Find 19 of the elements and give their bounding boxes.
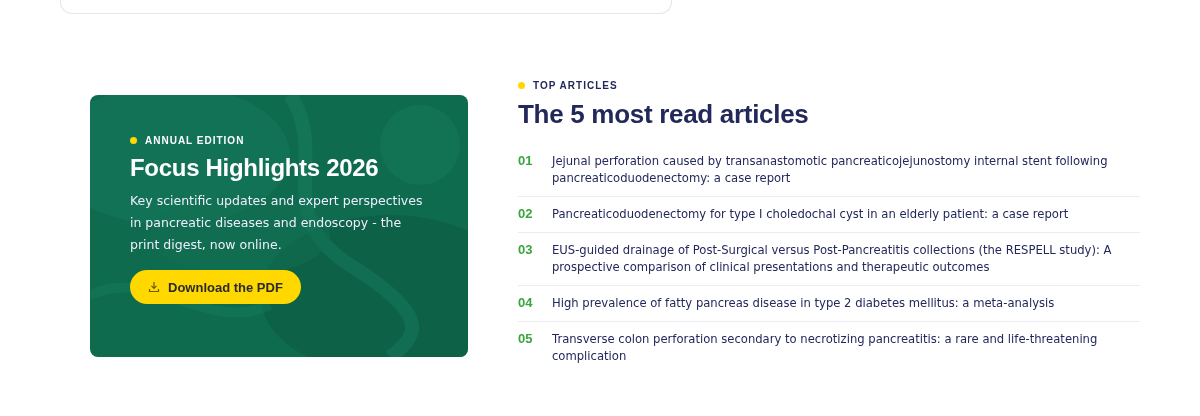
download-button[interactable]: Download the PDF [130, 270, 301, 304]
rank-number: 03 [518, 242, 534, 259]
rank-number: 04 [518, 295, 534, 312]
eyebrow-label: TOP ARTICLES [533, 80, 618, 91]
bullet-icon [130, 137, 137, 144]
article-link[interactable]: Pancreaticoduodenectomy for type I choledochal cyst in an elderly patient: a case report [552, 206, 1069, 223]
section-title: The 5 most read articles [518, 99, 810, 130]
rank-number: 05 [518, 331, 534, 348]
rank-number: 01 [518, 153, 534, 170]
rank-number: 02 [518, 206, 534, 223]
promo-title: Focus Highlights 2026 [130, 154, 380, 182]
download-icon [148, 281, 160, 293]
article-link[interactable]: High prevalence of fatty pancreas disease in type 2 diabetes mellitus: a meta-analysis [552, 295, 1055, 312]
eyebrow-label: ANNUAL EDITION [145, 135, 245, 146]
promo-description: Key scientific updates and expert perspectives in pancreatic diseases and endoscopy - the print digest, now online. [130, 192, 424, 254]
article-link[interactable]: EUS-guided drainage of Post-Surgical versus Post-Pancreatitis collections (the RESPELL study): A prospective comparison of clinical presentations and therapeutic outcomes [552, 242, 1140, 276]
article-link[interactable]: Jejunal perforation caused by transanastomotic pancreaticojejunostomy internal stent following pancreaticoduodenectomy: a case report [552, 153, 1140, 187]
article-link[interactable]: Transverse colon perforation secondary to necrotizing pancreatitis: a rare and life-threatening complication [552, 331, 1140, 365]
bullet-icon [518, 82, 525, 89]
